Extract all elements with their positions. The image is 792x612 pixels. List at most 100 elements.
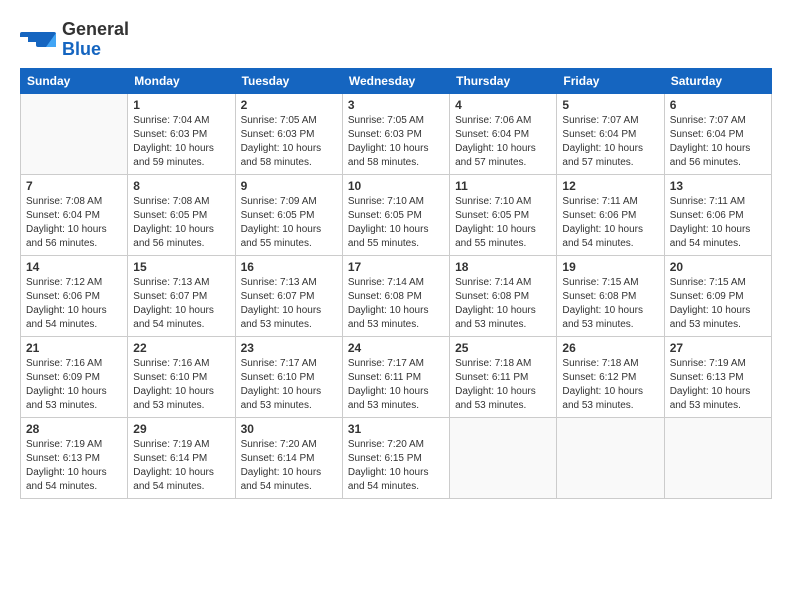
- day-info: Sunrise: 7:04 AMSunset: 6:03 PMDaylight:…: [133, 114, 229, 170]
- day-number: 23: [241, 341, 337, 355]
- calendar-cell: 2Sunrise: 7:05 AMSunset: 6:03 PMDaylight…: [235, 93, 342, 174]
- day-number: 21: [26, 341, 122, 355]
- calendar-cell: 24 Sunrise: 7:17 AMSunset: 6:11 PMDayligh…: [342, 336, 449, 417]
- logo: General Blue: [20, 20, 129, 60]
- day-info: Sunrise: 7:17 AMSunset: 6:11 PMDaylight:…: [348, 357, 444, 413]
- day-info: Sunrise: 7:11 AMSunset: 6:06 PMDaylight:…: [670, 195, 766, 251]
- calendar-cell: 5 Sunrise: 7:07 AMSunset: 6:04 PMDaylight…: [557, 93, 664, 174]
- day-info: Sunrise: 7:14 AMSunset: 6:08 PMDaylight:…: [348, 276, 444, 332]
- column-header-wednesday: Wednesday: [342, 68, 449, 93]
- day-number: 30: [241, 422, 337, 436]
- day-info: Sunrise: 7:20 AMSunset: 6:14 PMDaylight:…: [241, 438, 337, 494]
- calendar-cell: 14Sunrise: 7:12 AMSunset: 6:06 PMDayligh…: [21, 255, 128, 336]
- day-number: 24: [348, 341, 444, 355]
- logo-text-group: General Blue: [62, 20, 129, 60]
- calendar-cell: [450, 417, 557, 498]
- calendar-cell: 18Sunrise: 7:14 AMSunset: 6:08 PMDayligh…: [450, 255, 557, 336]
- calendar-cell: [21, 93, 128, 174]
- day-number: 28: [26, 422, 122, 436]
- day-number: 17: [348, 260, 444, 274]
- day-info: Sunrise: 7:16 AMSunset: 6:10 PMDaylight:…: [133, 357, 229, 413]
- calendar-cell: 27Sunrise: 7:19 AMSunset: 6:13 PMDayligh…: [664, 336, 771, 417]
- calendar-cell: [557, 417, 664, 498]
- calendar-week-5: 28 Sunrise: 7:19 AMSunset: 6:13 PMDayligh…: [21, 417, 772, 498]
- day-number: 11: [455, 179, 551, 193]
- calendar-cell: 3Sunrise: 7:05 AMSunset: 6:03 PMDaylight…: [342, 93, 449, 174]
- day-number: 29: [133, 422, 229, 436]
- column-header-saturday: Saturday: [664, 68, 771, 93]
- column-header-tuesday: Tuesday: [235, 68, 342, 93]
- day-info: Sunrise: 7:13 AMSunset: 6:07 PMDaylight:…: [241, 276, 337, 332]
- calendar-cell: 1 Sunrise: 7:04 AMSunset: 6:03 PMDaylight…: [128, 93, 235, 174]
- day-info: Sunrise: 7:09 AMSunset: 6:05 PMDaylight:…: [241, 195, 337, 251]
- day-info: Sunrise: 7:06 AMSunset: 6:04 PMDaylight:…: [455, 114, 551, 170]
- day-info: Sunrise: 7:07 AMSunset: 6:04 PMDaylight:…: [670, 114, 766, 170]
- day-number: 25: [455, 341, 551, 355]
- calendar-cell: 11 Sunrise: 7:10 AMSunset: 6:05 PMDayligh…: [450, 174, 557, 255]
- calendar-week-1: 1 Sunrise: 7:04 AMSunset: 6:03 PMDaylight…: [21, 93, 772, 174]
- day-number: 22: [133, 341, 229, 355]
- calendar-cell: 25Sunrise: 7:18 AMSunset: 6:11 PMDayligh…: [450, 336, 557, 417]
- calendar-cell: 9 Sunrise: 7:09 AMSunset: 6:05 PMDaylight…: [235, 174, 342, 255]
- day-info: Sunrise: 7:19 AMSunset: 6:13 PMDaylight:…: [670, 357, 766, 413]
- calendar-week-3: 14Sunrise: 7:12 AMSunset: 6:06 PMDayligh…: [21, 255, 772, 336]
- column-header-friday: Friday: [557, 68, 664, 93]
- calendar-cell: 30 Sunrise: 7:20 AMSunset: 6:14 PMDayligh…: [235, 417, 342, 498]
- day-number: 14: [26, 260, 122, 274]
- day-number: 9: [241, 179, 337, 193]
- calendar-week-4: 21 Sunrise: 7:16 AMSunset: 6:09 PMDayligh…: [21, 336, 772, 417]
- calendar-cell: 4 Sunrise: 7:06 AMSunset: 6:04 PMDaylight…: [450, 93, 557, 174]
- day-number: 19: [562, 260, 658, 274]
- calendar-cell: 12 Sunrise: 7:11 AMSunset: 6:06 PMDayligh…: [557, 174, 664, 255]
- day-number: 13: [670, 179, 766, 193]
- calendar-cell: [664, 417, 771, 498]
- calendar-cell: 29 Sunrise: 7:19 AMSunset: 6:14 PMDayligh…: [128, 417, 235, 498]
- column-header-thursday: Thursday: [450, 68, 557, 93]
- calendar-cell: 20Sunrise: 7:15 AMSunset: 6:09 PMDayligh…: [664, 255, 771, 336]
- calendar-header-row: SundayMondayTuesdayWednesdayThursdayFrid…: [21, 68, 772, 93]
- day-info: Sunrise: 7:11 AMSunset: 6:06 PMDaylight:…: [562, 195, 658, 251]
- calendar-cell: 16 Sunrise: 7:13 AMSunset: 6:07 PMDayligh…: [235, 255, 342, 336]
- logo-blue-text: Blue: [62, 40, 101, 60]
- calendar-cell: 28 Sunrise: 7:19 AMSunset: 6:13 PMDayligh…: [21, 417, 128, 498]
- calendar-cell: 17 Sunrise: 7:14 AMSunset: 6:08 PMDayligh…: [342, 255, 449, 336]
- calendar-cell: 23 Sunrise: 7:17 AMSunset: 6:10 PMDayligh…: [235, 336, 342, 417]
- day-number: 16: [241, 260, 337, 274]
- day-info: Sunrise: 7:16 AMSunset: 6:09 PMDaylight:…: [26, 357, 122, 413]
- calendar-cell: 21 Sunrise: 7:16 AMSunset: 6:09 PMDayligh…: [21, 336, 128, 417]
- calendar-cell: 26Sunrise: 7:18 AMSunset: 6:12 PMDayligh…: [557, 336, 664, 417]
- day-number: 31: [348, 422, 444, 436]
- calendar-week-2: 7 Sunrise: 7:08 AMSunset: 6:04 PMDaylight…: [21, 174, 772, 255]
- calendar-cell: 10Sunrise: 7:10 AMSunset: 6:05 PMDayligh…: [342, 174, 449, 255]
- day-info: Sunrise: 7:15 AMSunset: 6:08 PMDaylight:…: [562, 276, 658, 332]
- day-number: 12: [562, 179, 658, 193]
- logo-general-text: General: [62, 20, 129, 40]
- day-number: 20: [670, 260, 766, 274]
- day-number: 5: [562, 98, 658, 112]
- day-info: Sunrise: 7:10 AMSunset: 6:05 PMDaylight:…: [455, 195, 551, 251]
- day-number: 8: [133, 179, 229, 193]
- day-number: 4: [455, 98, 551, 112]
- day-info: Sunrise: 7:08 AMSunset: 6:05 PMDaylight:…: [133, 195, 229, 251]
- day-info: Sunrise: 7:18 AMSunset: 6:12 PMDaylight:…: [562, 357, 658, 413]
- calendar-cell: 7 Sunrise: 7:08 AMSunset: 6:04 PMDaylight…: [21, 174, 128, 255]
- logo-icon: [20, 32, 56, 47]
- day-info: Sunrise: 7:17 AMSunset: 6:10 PMDaylight:…: [241, 357, 337, 413]
- day-info: Sunrise: 7:20 AMSunset: 6:15 PMDaylight:…: [348, 438, 444, 494]
- day-number: 10: [348, 179, 444, 193]
- day-number: 7: [26, 179, 122, 193]
- day-info: Sunrise: 7:13 AMSunset: 6:07 PMDaylight:…: [133, 276, 229, 332]
- column-header-monday: Monday: [128, 68, 235, 93]
- day-info: Sunrise: 7:07 AMSunset: 6:04 PMDaylight:…: [562, 114, 658, 170]
- calendar-cell: 15 Sunrise: 7:13 AMSunset: 6:07 PMDayligh…: [128, 255, 235, 336]
- day-info: Sunrise: 7:19 AMSunset: 6:13 PMDaylight:…: [26, 438, 122, 494]
- day-info: Sunrise: 7:19 AMSunset: 6:14 PMDaylight:…: [133, 438, 229, 494]
- day-number: 15: [133, 260, 229, 274]
- day-number: 2: [241, 98, 337, 112]
- day-info: Sunrise: 7:14 AMSunset: 6:08 PMDaylight:…: [455, 276, 551, 332]
- page-header: General Blue: [20, 20, 772, 60]
- day-info: Sunrise: 7:08 AMSunset: 6:04 PMDaylight:…: [26, 195, 122, 251]
- calendar-cell: 31 Sunrise: 7:20 AMSunset: 6:15 PMDayligh…: [342, 417, 449, 498]
- day-number: 1: [133, 98, 229, 112]
- day-info: Sunrise: 7:05 AMSunset: 6:03 PMDaylight:…: [348, 114, 444, 170]
